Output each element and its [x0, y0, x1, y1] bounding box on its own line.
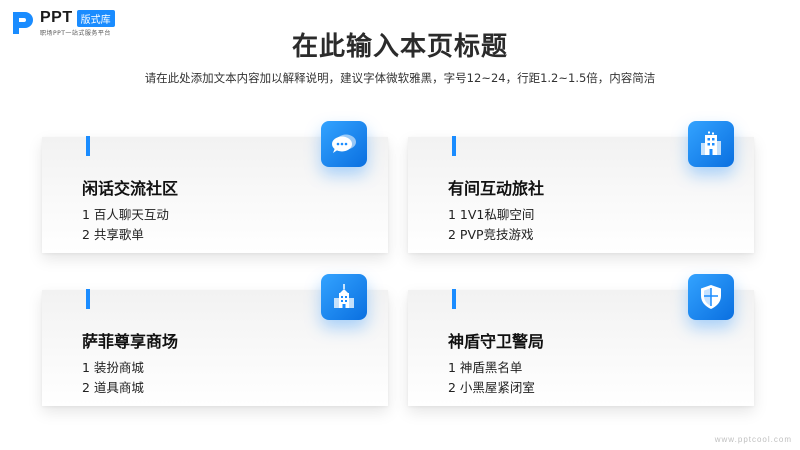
card-accent-bar [452, 136, 456, 156]
watermark: www.pptcool.com [714, 435, 792, 444]
mall-building-icon [321, 274, 367, 320]
card-title: 神盾守卫警局 [448, 332, 545, 351]
shield-icon [688, 274, 734, 320]
page-title: 在此输入本页标题 [291, 32, 508, 62]
building-icon [688, 121, 734, 167]
page-subtitle: 请在此处添加文本内容加以解释说明，建议字体微软雅黑，字号12~24，行距1.2~… [144, 71, 656, 85]
card-item: 1 神盾黑名单 [448, 360, 523, 375]
card-accent-bar [86, 289, 90, 309]
chat-bubbles-icon [321, 121, 367, 167]
card-title: 有间互动旅社 [448, 179, 545, 198]
card-accent-bar [452, 289, 456, 309]
card-item: 2 小黑屋紧闭室 [448, 380, 535, 395]
logo-brand-text: PPT [40, 9, 73, 26]
card-item: 1 1V1私聊空间 [448, 207, 535, 222]
card-accent-bar [86, 136, 90, 156]
card-item: 2 共享歌单 [82, 227, 144, 242]
logo-badge: 版式库 [76, 9, 115, 27]
card-item: 2 PVP竞技游戏 [448, 227, 534, 242]
card-item: 2 道具商城 [82, 380, 144, 395]
card-title: 闲话交流社区 [82, 179, 179, 198]
card-item: 1 百人聊天互动 [82, 207, 169, 222]
card-item: 1 装扮商城 [82, 360, 144, 375]
card-title: 萨菲尊享商场 [82, 332, 179, 351]
